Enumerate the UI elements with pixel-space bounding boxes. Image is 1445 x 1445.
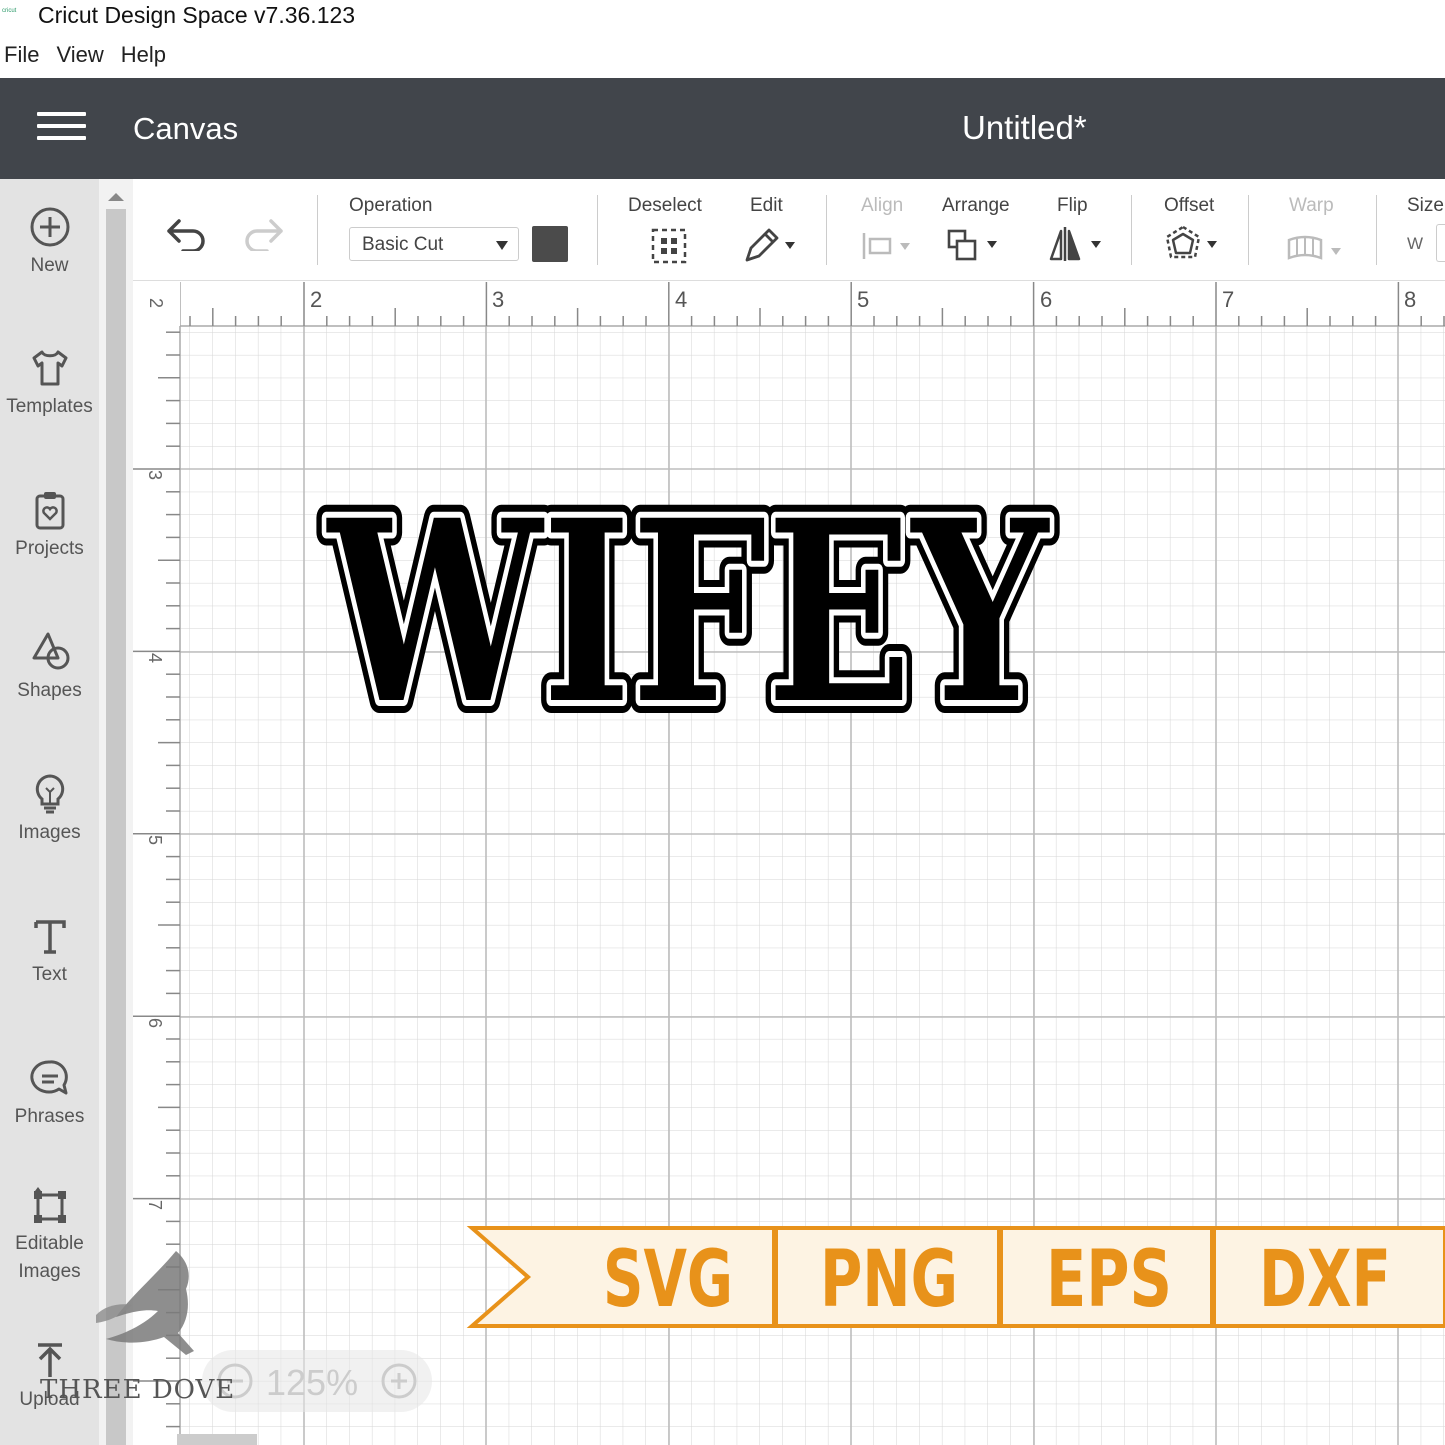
format-banner: SVG PNG EPS DXF (466, 1226, 1445, 1328)
operation-color-swatch[interactable] (532, 226, 568, 262)
sidebar-item-phrases[interactable]: Phrases (0, 1056, 99, 1128)
sidebar-item-label: Phrases (14, 1106, 85, 1127)
edit-label: Edit (750, 195, 783, 216)
banner-format-dxf: DXF (1259, 1235, 1391, 1325)
toolbar-divider (597, 195, 598, 265)
text-icon (33, 920, 66, 954)
size-label: Size (1407, 195, 1444, 216)
align-label: Align (861, 195, 904, 216)
arrange-label: Arrange (942, 195, 1010, 216)
sidebar-item-templates[interactable]: Templates (0, 346, 99, 418)
ruler-label: 5 (857, 287, 869, 312)
size-width-label: W (1407, 234, 1424, 253)
ruler-label: 7 (145, 1200, 165, 1210)
horizontal-scrollbar-thumb[interactable] (177, 1434, 257, 1445)
arrange-icon[interactable] (945, 227, 1003, 263)
deselect-icon[interactable] (650, 227, 688, 265)
editable-images-icon (33, 1187, 66, 1223)
sidebar-item-label: Shapes (17, 680, 82, 701)
sidebar-item-shapes[interactable]: Shapes (0, 630, 99, 702)
flip-icon[interactable] (1047, 225, 1107, 263)
edit-pencil-icon[interactable] (743, 226, 799, 264)
operation-value: Basic Cut (362, 234, 444, 255)
sidebar-item-label: Images (18, 822, 81, 843)
sidebar-item-text[interactable]: Text (0, 914, 99, 986)
window-title: Cricut Design Space v7.36.123 (38, 2, 356, 28)
toolbar-divider (826, 195, 827, 265)
app-logo-icon: cricut (2, 8, 17, 14)
toolbar-divider (317, 195, 318, 265)
zoom-in-icon[interactable] (380, 1362, 418, 1400)
flip-label: Flip (1057, 195, 1088, 216)
watermark-text: THREE DOVE (40, 1375, 236, 1405)
size-width-input[interactable] (1436, 224, 1445, 262)
app-header: Canvas Untitled* (0, 78, 1445, 179)
horizontal-ruler (133, 282, 1445, 327)
ruler-label: 4 (145, 653, 165, 663)
menu-bar: File View Help (0, 40, 179, 74)
chevron-down-icon (496, 241, 508, 250)
title-bar: cricut Cricut Design Space v7.36.123 (0, 0, 1445, 34)
shapes-icon (32, 632, 69, 670)
ruler-label: 2 (310, 287, 322, 312)
undo-icon[interactable] (165, 217, 209, 251)
toolbar-divider (1376, 195, 1377, 265)
app-window: cricut Cricut Design Space v7.36.123 Fil… (0, 0, 1445, 1445)
design-fill: WIFEY (326, 465, 1050, 759)
dove-logo-icon (96, 1251, 194, 1355)
sidebar-item-label: Templates (6, 396, 93, 417)
edit-toolbar: Operation Basic Cut Deselect Edit Align … (133, 179, 1445, 281)
warp-icon (1287, 235, 1341, 260)
operation-select[interactable]: Basic Cut (349, 227, 519, 261)
menu-view[interactable]: View (52, 40, 116, 74)
deselect-label: Deselect (628, 195, 702, 216)
operation-label: Operation (349, 195, 433, 216)
ruler-label: 3 (492, 287, 504, 312)
ruler-label: 6 (1040, 287, 1052, 312)
toolbar-divider (1131, 195, 1132, 265)
three-dove-watermark: THREE DOVE (36, 1245, 246, 1415)
design-canvas[interactable]: 2 2 3 4 5 6 7 8 3 4 5 6 7 WIFEY WIFEY WI… (133, 282, 1445, 1445)
shirt-icon (32, 350, 67, 386)
menu-help[interactable]: Help (117, 40, 179, 74)
redo-icon[interactable] (241, 217, 285, 251)
toolbar-divider (1248, 195, 1249, 265)
zoom-level: 125% (266, 1362, 359, 1403)
document-title[interactable]: Untitled* (962, 109, 1087, 147)
banner-format-png: PNG (820, 1235, 958, 1325)
menu-file[interactable]: File (0, 40, 52, 74)
clipboard-icon (35, 492, 64, 530)
hamburger-menu-icon[interactable] (37, 112, 86, 142)
banner-format-eps: EPS (1046, 1235, 1172, 1325)
ruler-label: 8 (1404, 287, 1416, 312)
sidebar-item-label: Text (32, 964, 67, 985)
canvas-grid: 2 2 3 4 5 6 7 8 3 4 5 6 7 WIFEY WIFEY WI… (133, 282, 1445, 1445)
plus-circle-icon (30, 207, 69, 247)
ruler-label: 4 (675, 287, 687, 312)
sidebar-item-label: Projects (15, 538, 84, 559)
design-text-wifey[interactable]: WIFEY WIFEY WIFEY (313, 452, 1063, 772)
sidebar-item-images[interactable]: Images (0, 772, 99, 844)
banner-format-svg: SVG (603, 1235, 733, 1325)
speech-bubble-icon (29, 1060, 68, 1095)
sidebar-item-label: New (30, 255, 69, 276)
align-icon (862, 233, 910, 259)
sidebar-item-projects[interactable]: Projects (0, 488, 99, 560)
page-title: Canvas (133, 111, 239, 146)
scroll-up-icon[interactable] (108, 193, 124, 201)
ruler-label: 2 (146, 298, 166, 308)
ruler-label: 7 (1222, 287, 1234, 312)
ruler-label: 6 (145, 1018, 165, 1028)
lightbulb-icon (35, 774, 64, 814)
offset-icon[interactable] (1163, 225, 1223, 265)
warp-label: Warp (1289, 195, 1334, 216)
ruler-label: 5 (145, 835, 165, 845)
ruler-label: 3 (145, 470, 165, 480)
sidebar-item-new[interactable]: New (0, 205, 99, 277)
offset-label: Offset (1164, 195, 1215, 216)
